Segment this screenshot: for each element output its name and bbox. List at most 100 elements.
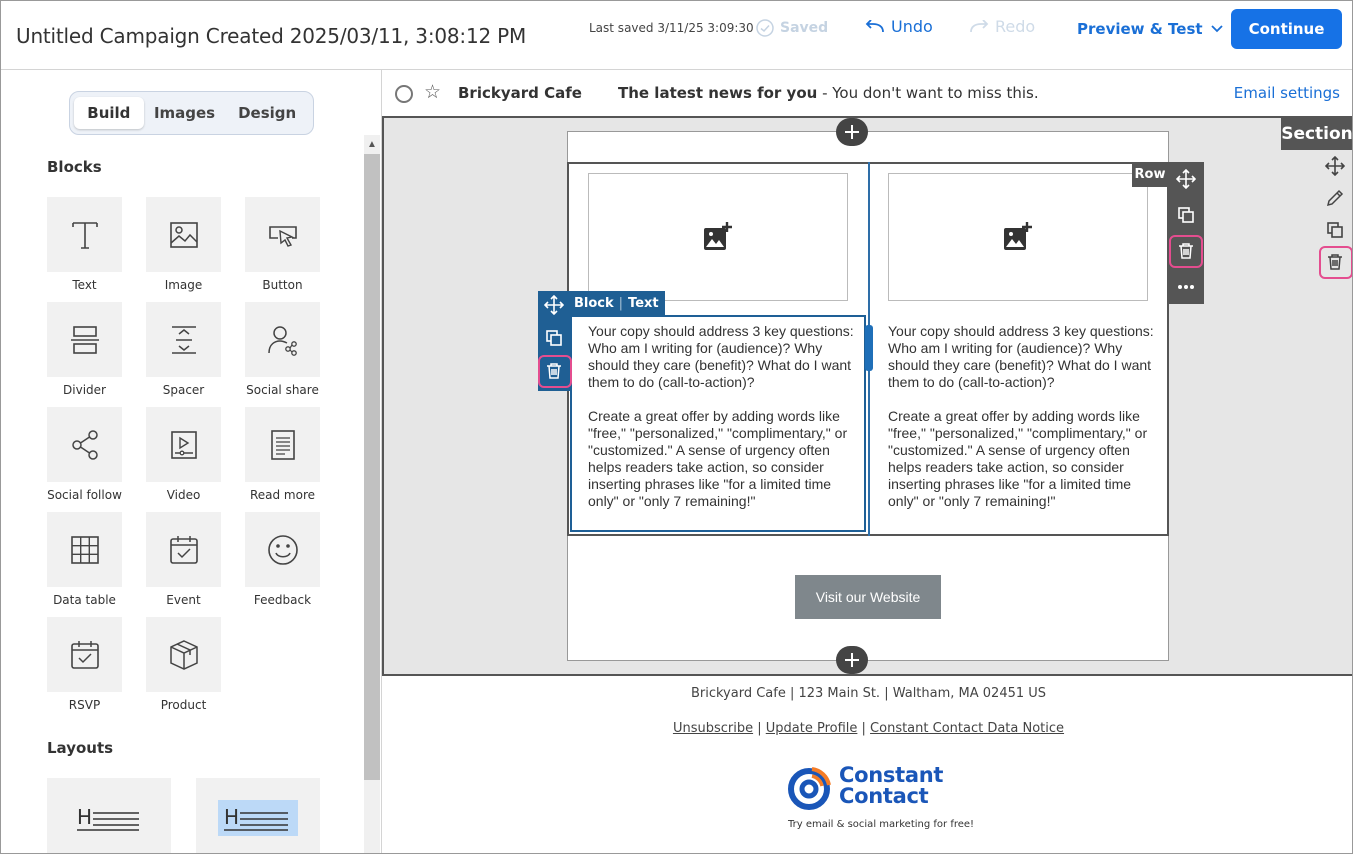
- layout-heading-text[interactable]: H: [47, 778, 171, 853]
- campaign-title[interactable]: Untitled Campaign Created 2025/03/11, 3:…: [16, 24, 526, 48]
- more-options-icon[interactable]: [1173, 274, 1199, 300]
- tab-images[interactable]: Images: [144, 97, 226, 129]
- block-social-share[interactable]: Social share: [245, 302, 320, 397]
- brand-tagline[interactable]: Try email & social marketing for free!: [788, 819, 974, 830]
- unsubscribe-link[interactable]: Unsubscribe: [673, 721, 753, 736]
- add-section-below-button[interactable]: [836, 646, 868, 674]
- block-label: Product: [160, 698, 207, 712]
- block-label: Event: [166, 593, 201, 607]
- preview-test-dropdown[interactable]: Preview & Test: [1077, 20, 1223, 38]
- link-separator: |: [857, 721, 871, 736]
- tab-build[interactable]: Build: [74, 97, 144, 129]
- block-label: Read more: [249, 488, 316, 502]
- block-spacer[interactable]: Spacer: [146, 302, 221, 397]
- block-data-table[interactable]: Data table: [47, 512, 122, 607]
- block-label: Button: [262, 278, 303, 292]
- text-icon: [71, 221, 98, 249]
- active-block-outline: [570, 315, 866, 532]
- redo-icon: [970, 19, 989, 32]
- row-tag: Row: [1132, 162, 1168, 187]
- layout-heading-text-highlight[interactable]: H: [196, 778, 320, 853]
- check-circle-icon: [756, 19, 774, 37]
- undo-button[interactable]: Undo: [865, 17, 933, 36]
- chevron-down-icon: [1210, 25, 1223, 33]
- layout-letter: H: [77, 805, 92, 829]
- block-label: Video: [166, 488, 201, 502]
- block-tag-separator: |: [618, 296, 624, 311]
- duplicate-block-icon[interactable]: [543, 327, 565, 349]
- block-label: Social share: [246, 383, 319, 397]
- block-type-label: Text: [628, 296, 659, 311]
- image-placeholder-right[interactable]: [888, 173, 1148, 301]
- block-type-tag: Block | Text: [570, 291, 665, 316]
- subject-bold: The latest news for you: [618, 84, 818, 102]
- saved-label: Saved: [780, 20, 829, 36]
- undo-label: Undo: [891, 17, 933, 36]
- footer-address: Brickyard Cafe | 123 Main St. | Waltham,…: [690, 686, 1047, 701]
- plus-icon: [845, 653, 859, 667]
- block-label: Image: [164, 278, 203, 292]
- data-notice-link[interactable]: Constant Contact Data Notice: [870, 721, 1064, 736]
- move-section-icon[interactable]: [1322, 153, 1348, 179]
- move-row-icon[interactable]: [1173, 166, 1199, 192]
- scroll-up-arrow-icon[interactable]: ▲: [364, 135, 380, 153]
- block-rsvp[interactable]: RSVP: [47, 617, 122, 712]
- social-follow-icon: [71, 429, 98, 460]
- block-label: RSVP: [68, 698, 101, 712]
- add-image-icon: [704, 222, 732, 250]
- button-icon: [268, 225, 297, 247]
- block-label: Text: [72, 278, 97, 292]
- delete-section-highlight: [1319, 246, 1352, 279]
- block-label: Divider: [63, 383, 106, 397]
- video-icon: [170, 430, 197, 459]
- visit-website-button[interactable]: Visit our Website: [795, 575, 941, 619]
- top-header: Untitled Campaign Created 2025/03/11, 3:…: [1, 1, 1352, 70]
- duplicate-row-icon[interactable]: [1173, 202, 1199, 228]
- block-product[interactable]: Product: [146, 617, 221, 712]
- block-event[interactable]: Event: [146, 512, 221, 607]
- block-image[interactable]: Image: [146, 197, 221, 292]
- block-label: Data table: [53, 593, 116, 607]
- continue-button[interactable]: Continue: [1231, 9, 1342, 49]
- email-settings-link[interactable]: Email settings: [1234, 84, 1340, 102]
- section-tag: Section: [1281, 118, 1352, 150]
- star-icon[interactable]: ☆: [424, 81, 441, 104]
- block-text[interactable]: Text: [47, 197, 122, 292]
- select-radio[interactable]: [395, 85, 413, 103]
- block-label: Feedback: [253, 593, 312, 607]
- brand-line-1: Constant: [839, 763, 944, 787]
- subject-line[interactable]: The latest news for you - You don't want…: [618, 84, 1039, 102]
- redo-button[interactable]: Redo: [969, 17, 1035, 36]
- move-block-icon[interactable]: [543, 294, 565, 316]
- read-more-icon: [270, 429, 295, 460]
- product-icon: [169, 639, 198, 670]
- block-button[interactable]: Button: [245, 197, 320, 292]
- block-social-follow[interactable]: Social follow: [47, 407, 122, 502]
- sidebar-scroll-thumb[interactable]: [364, 154, 380, 780]
- block-label: Spacer: [162, 383, 205, 397]
- add-section-above-button[interactable]: [836, 118, 868, 146]
- column-resize-handle[interactable]: [865, 325, 873, 371]
- block-tag-label: Block: [574, 296, 614, 311]
- footer-links: Unsubscribe | Update Profile | Constant …: [383, 721, 1352, 736]
- block-video[interactable]: Video: [146, 407, 221, 502]
- saved-indicator: Saved: [756, 19, 828, 37]
- duplicate-section-icon[interactable]: [1322, 217, 1348, 243]
- spacer-icon: [171, 325, 196, 354]
- row-toolbar: [1168, 162, 1204, 304]
- edit-section-icon[interactable]: [1322, 185, 1348, 211]
- layout-heading-icon: H: [77, 805, 139, 831]
- delete-block-highlight: [538, 355, 572, 388]
- block-feedback[interactable]: Feedback: [245, 512, 320, 607]
- data-table-icon: [70, 535, 99, 564]
- divider-icon: [70, 325, 99, 354]
- block-label: Social follow: [47, 488, 122, 502]
- tab-design[interactable]: Design: [225, 97, 309, 129]
- update-profile-link[interactable]: Update Profile: [766, 721, 858, 736]
- event-icon: [169, 535, 198, 564]
- block-divider[interactable]: Divider: [47, 302, 122, 397]
- text-block-right[interactable]: Your copy should address 3 key questions…: [888, 323, 1160, 510]
- block-read-more[interactable]: Read more: [245, 407, 320, 502]
- link-separator: |: [753, 721, 766, 736]
- image-placeholder-left[interactable]: [588, 173, 848, 301]
